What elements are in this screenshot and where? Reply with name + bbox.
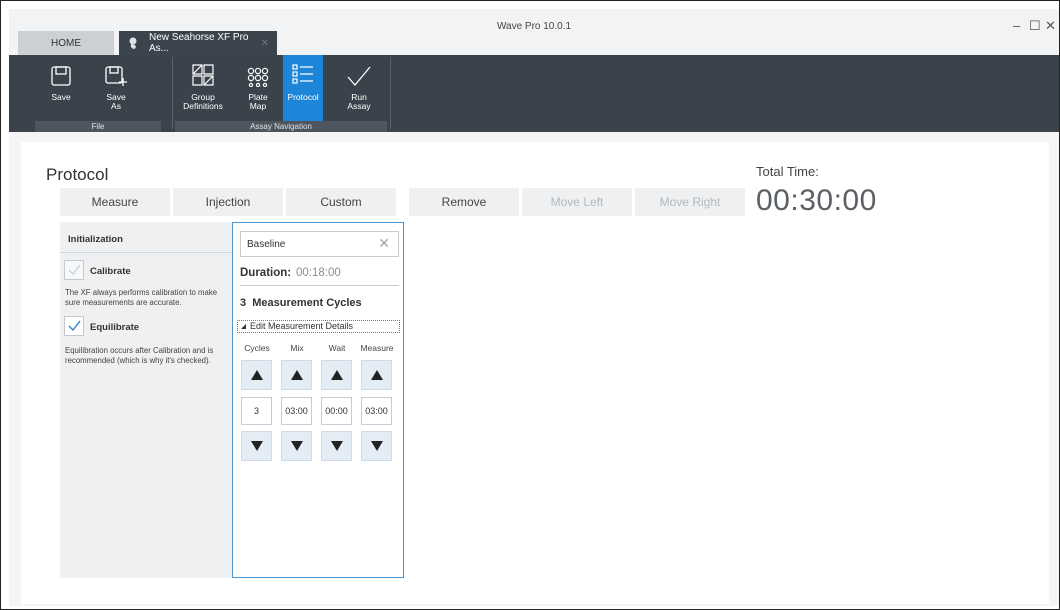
protocol-icon bbox=[283, 55, 323, 87]
wait-value-field[interactable]: 00:00 bbox=[321, 397, 352, 425]
close-window-button[interactable]: ✕ bbox=[1045, 18, 1056, 34]
arrow-down-icon bbox=[250, 441, 263, 451]
column-header-wait: Wait bbox=[328, 343, 346, 353]
tab-assay-label: New Seahorse XF Pro As... bbox=[149, 32, 249, 54]
initialization-title: Initialization bbox=[68, 234, 123, 245]
group-definitions-label: Group Definitions bbox=[183, 92, 223, 111]
arrow-down-icon bbox=[330, 441, 343, 451]
run-assay-label: Run Assay bbox=[347, 92, 371, 111]
seahorse-icon bbox=[127, 36, 141, 50]
save-as-button[interactable]: Save As bbox=[93, 55, 139, 121]
custom-button[interactable]: Custom bbox=[286, 188, 396, 216]
save-as-icon bbox=[93, 55, 139, 87]
page-title: Protocol bbox=[46, 165, 109, 184]
ribbon-separator bbox=[172, 57, 173, 129]
cycles-value-field[interactable]: 3 bbox=[241, 397, 272, 425]
remove-button[interactable]: Remove bbox=[409, 188, 519, 216]
step-panel-baseline[interactable]: Baseline ✕ Duration: 00:18:00 3 Measurem… bbox=[232, 222, 404, 578]
edit-measurement-details-label: Edit Measurement Details bbox=[250, 321, 354, 331]
calibrate-label: Calibrate bbox=[90, 266, 131, 277]
save-as-label: Save As bbox=[106, 92, 126, 111]
wait-decrement-button[interactable] bbox=[321, 431, 352, 461]
total-time-value: 00:30:00 bbox=[756, 184, 877, 217]
move-left-button[interactable]: Move Left bbox=[522, 188, 632, 216]
protocol-label: Protocol bbox=[287, 92, 319, 102]
arrow-down-icon bbox=[370, 441, 383, 451]
arrow-up-icon bbox=[250, 370, 263, 380]
ribbon-separator bbox=[390, 57, 391, 129]
total-time-label: Total Time: bbox=[756, 164, 819, 179]
move-right-button[interactable]: Move Right bbox=[635, 188, 745, 216]
column-header-cycles: Cycles bbox=[244, 343, 270, 353]
close-icon[interactable]: ✕ bbox=[378, 235, 390, 252]
equilibrate-label: Equilibrate bbox=[90, 322, 140, 333]
ribbon-group-file: File bbox=[35, 121, 161, 132]
column-header-measure: Measure bbox=[360, 343, 394, 353]
measure-decrement-button[interactable] bbox=[361, 431, 392, 461]
maximize-button[interactable]: ☐ bbox=[1029, 18, 1041, 34]
app-window: Wave Pro 10.0.1 – ☐ ✕ HOME New Seahorse … bbox=[0, 0, 1060, 610]
calibrate-note: The XF always performs calibration to ma… bbox=[65, 288, 218, 307]
ribbon-group-assay-navigation: Assay Navigation bbox=[175, 121, 387, 132]
tab-close-icon[interactable]: ✕ bbox=[261, 38, 269, 49]
minimize-button[interactable]: – bbox=[1013, 18, 1020, 33]
step-name-text: Baseline bbox=[247, 239, 286, 250]
injection-button[interactable]: Injection bbox=[173, 188, 283, 216]
tab-home-label: HOME bbox=[51, 37, 81, 49]
group-definitions-icon bbox=[178, 55, 228, 87]
run-assay-icon bbox=[336, 55, 382, 87]
mix-value-field[interactable]: 03:00 bbox=[281, 397, 312, 425]
cycles-decrement-button[interactable] bbox=[241, 431, 272, 461]
measure-button[interactable]: Measure bbox=[60, 188, 170, 216]
arrow-up-icon bbox=[290, 370, 303, 380]
column-header-mix: Mix bbox=[290, 343, 304, 353]
protocol-button[interactable]: Protocol bbox=[283, 55, 323, 121]
mix-increment-button[interactable] bbox=[281, 360, 312, 390]
save-label: Save bbox=[51, 92, 71, 102]
plate-map-label: Plate Map bbox=[248, 92, 268, 111]
run-assay-button[interactable]: Run Assay bbox=[336, 55, 382, 121]
duration-value: 00:18:00 bbox=[296, 267, 341, 279]
measure-value-field[interactable]: 03:00 bbox=[361, 397, 392, 425]
tab-assay[interactable]: New Seahorse XF Pro As... ✕ bbox=[119, 31, 277, 55]
arrow-up-icon bbox=[330, 370, 343, 380]
cycles-increment-button[interactable] bbox=[241, 360, 272, 390]
wait-increment-button[interactable] bbox=[321, 360, 352, 390]
edit-measurement-details-toggle[interactable]: Edit Measurement Details bbox=[237, 320, 400, 333]
group-definitions-button[interactable]: Group Definitions bbox=[178, 55, 228, 121]
mix-decrement-button[interactable] bbox=[281, 431, 312, 461]
check-icon bbox=[68, 264, 81, 275]
calibrate-checkbox[interactable] bbox=[64, 260, 84, 280]
measure-increment-button[interactable] bbox=[361, 360, 392, 390]
arrow-up-icon bbox=[370, 370, 383, 380]
measurement-cycles-title: 3 Measurement Cycles bbox=[240, 297, 362, 309]
save-button[interactable]: Save bbox=[38, 55, 84, 121]
plate-map-icon bbox=[235, 55, 281, 87]
equilibrate-checkbox[interactable] bbox=[64, 316, 84, 336]
duration-label: Duration: bbox=[240, 267, 292, 279]
arrow-down-icon bbox=[290, 441, 303, 451]
equilibrate-note: Equilibration occurs after Calibration a… bbox=[65, 346, 214, 365]
initialization-panel: Initialization Calibrate The XF always p… bbox=[60, 222, 232, 578]
step-name-input[interactable]: Baseline ✕ bbox=[240, 231, 399, 257]
check-icon bbox=[68, 320, 81, 332]
ribbon: Save Save As Group Definitions Plate Map bbox=[9, 55, 1059, 132]
plate-map-button[interactable]: Plate Map bbox=[235, 55, 281, 121]
expand-triangle-icon bbox=[241, 324, 246, 329]
divider bbox=[240, 285, 399, 286]
divider bbox=[60, 252, 232, 253]
tab-home[interactable]: HOME bbox=[18, 31, 114, 55]
save-icon bbox=[38, 55, 84, 87]
